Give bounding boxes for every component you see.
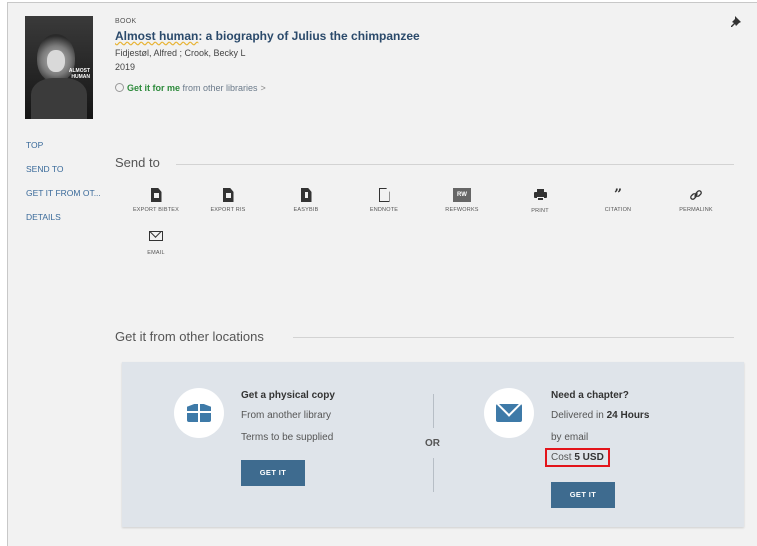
send-refworks[interactable]: RW REFWORKS: [427, 188, 497, 213]
print-icon: [533, 189, 547, 201]
cover-text: ALMOST HUMAN: [68, 68, 90, 80]
nav-item-details[interactable]: DETAILS: [26, 211, 101, 235]
record-year: 2019: [115, 62, 136, 72]
chevron-right-icon: >: [260, 83, 266, 93]
citation-icon: ”: [613, 187, 623, 203]
record-type: BOOK: [115, 18, 137, 25]
chapter-badge: [484, 388, 534, 438]
title-rest: : a biography of Julius the chimpanzee: [198, 29, 420, 43]
send-permalink[interactable]: PERMALINK: [661, 188, 731, 213]
physical-copy-line1: From another library: [241, 410, 332, 421]
book-cover-image[interactable]: ALMOST HUMAN: [25, 16, 93, 119]
chapter-by-email: by email: [551, 432, 589, 443]
physical-copy-line2: Terms to be supplied: [241, 432, 334, 443]
chapter-cost: Cost 5 USD: [545, 448, 610, 467]
package-icon: [187, 404, 211, 422]
physical-copy-title: Get a physical copy: [241, 390, 335, 401]
record-page: ALMOST HUMAN BOOK Almost human: a biogra…: [7, 2, 757, 546]
get-it-heading: Get it from other locations: [115, 329, 264, 344]
or-label: OR: [425, 438, 440, 449]
record-authors[interactable]: Fidjestøl, Alfred ; Crook, Becky L: [115, 48, 246, 58]
get-it-rest: from other libraries: [180, 83, 258, 93]
envelope-icon: [496, 404, 522, 422]
refworks-icon: RW: [453, 188, 471, 202]
chapter-title: Need a chapter?: [551, 390, 629, 401]
send-to-divider: [176, 164, 734, 165]
permalink-icon: [689, 188, 703, 202]
send-easybib[interactable]: EASYBIB: [271, 188, 341, 213]
get-it-strong: Get it for me: [127, 83, 181, 93]
send-endnote[interactable]: ENDNOTE: [349, 188, 419, 213]
export-ris-icon: [222, 188, 234, 202]
physical-copy-badge: [174, 388, 224, 438]
nav-item-top[interactable]: TOP: [26, 139, 101, 163]
title-first: Almost human: [115, 29, 199, 43]
or-divider-bottom: [433, 458, 434, 492]
send-export-ris[interactable]: EXPORT RIS: [193, 188, 263, 213]
get-it-panel: Get a physical copy From another library…: [122, 362, 744, 527]
send-citation[interactable]: ” CITATION: [583, 188, 653, 213]
easybib-icon: [300, 188, 312, 202]
get-it-physical-button[interactable]: GET IT: [241, 460, 305, 486]
nav-item-send-to[interactable]: SEND TO: [26, 163, 101, 187]
record-title[interactable]: Almost human: a biography of Julius the …: [115, 29, 420, 43]
left-nav: TOP SEND TO GET IT FROM OT... DETAILS: [26, 139, 101, 235]
get-it-link[interactable]: Get it for me from other libraries >: [115, 83, 266, 93]
send-email[interactable]: EMAIL: [121, 229, 191, 256]
send-export-bibtex[interactable]: EXPORT BIBTEX: [121, 188, 191, 213]
get-it-divider: [293, 337, 734, 338]
or-divider-top: [433, 394, 434, 428]
pin-icon[interactable]: [730, 15, 744, 29]
endnote-icon: [378, 188, 390, 202]
email-icon: [149, 231, 163, 241]
chapter-delivered: Delivered in 24 Hours: [551, 410, 650, 421]
send-to-heading: Send to: [115, 155, 160, 170]
get-it-chapter-button[interactable]: GET IT: [551, 482, 615, 508]
send-print[interactable]: PRINT: [505, 188, 575, 214]
globe-icon: [115, 83, 124, 92]
export-bibtex-icon: [150, 188, 162, 202]
nav-item-get-it[interactable]: GET IT FROM OT...: [26, 187, 101, 211]
